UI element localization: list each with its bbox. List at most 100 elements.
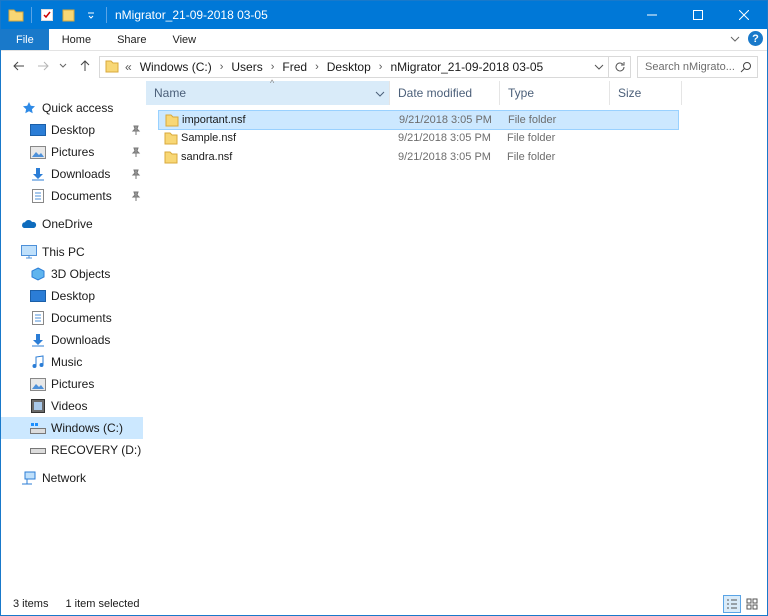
search-icon[interactable] xyxy=(740,61,752,76)
nav-label: Desktop xyxy=(51,123,96,137)
pin-icon[interactable] xyxy=(131,190,141,204)
nav-pc-desktop[interactable]: Desktop xyxy=(1,285,143,307)
close-button[interactable] xyxy=(721,1,767,29)
expand-ribbon-icon[interactable] xyxy=(730,32,740,46)
this-pc-icon xyxy=(21,244,37,260)
star-icon xyxy=(21,100,37,116)
chevron-down-icon[interactable] xyxy=(594,61,604,75)
toolbar-divider xyxy=(106,7,107,23)
nav-quick-pictures[interactable]: Pictures xyxy=(1,141,143,163)
nav-quick-desktop[interactable]: Desktop xyxy=(1,119,143,141)
up-button[interactable] xyxy=(75,56,95,76)
breadcrumb-overflow[interactable]: « xyxy=(125,60,132,74)
desktop-icon xyxy=(30,288,46,304)
column-header-type[interactable]: Type xyxy=(500,81,610,105)
column-header-size[interactable]: Size xyxy=(610,81,682,105)
nav-label: Network xyxy=(42,471,87,485)
breadcrumb-item[interactable]: Desktop xyxy=(327,60,371,74)
column-header-name[interactable]: ^ Name xyxy=(146,78,390,105)
pin-icon[interactable] xyxy=(131,168,141,182)
nav-pc-downloads[interactable]: Downloads xyxy=(1,329,143,351)
column-label: Size xyxy=(618,86,642,100)
nav-label: Music xyxy=(51,355,83,369)
nav-label: Videos xyxy=(51,399,88,413)
breadcrumb-item[interactable]: Fred xyxy=(282,60,307,74)
address-bar[interactable]: « Windows (C:) › Users › Fred › Desktop … xyxy=(99,56,609,78)
tab-home[interactable]: Home xyxy=(49,29,104,50)
nav-drive-d[interactable]: RECOVERY (D:) xyxy=(1,439,143,461)
tab-view[interactable]: View xyxy=(159,29,209,50)
navigation-pane: Quick access Desktop Pictures Downloads xyxy=(1,81,145,591)
nav-label: Documents xyxy=(51,311,112,325)
nav-3d-objects[interactable]: 3D Objects xyxy=(1,263,143,285)
drive-icon xyxy=(30,442,46,458)
selection-count: 1 item selected xyxy=(65,598,140,610)
pictures-icon xyxy=(30,144,46,160)
breadcrumb-item[interactable]: nMigrator_21-09-2018 03-05 xyxy=(390,60,543,74)
nav-network[interactable]: Network xyxy=(1,467,143,489)
forward-button[interactable] xyxy=(33,56,53,76)
breadcrumb-item[interactable]: Users xyxy=(231,60,262,74)
column-header-date[interactable]: Date modified xyxy=(390,81,500,105)
nav-label: 3D Objects xyxy=(51,267,111,281)
recent-locations-button[interactable] xyxy=(57,56,69,76)
nav-this-pc[interactable]: This PC xyxy=(1,241,143,263)
breadcrumb-item[interactable]: Windows (C:) xyxy=(140,60,212,74)
nav-label: Pictures xyxy=(51,377,95,391)
nav-onedrive[interactable]: OneDrive xyxy=(1,213,143,235)
tab-share[interactable]: Share xyxy=(104,29,159,50)
nav-label: Downloads xyxy=(51,333,111,347)
nav-label: RECOVERY (D:) xyxy=(51,443,142,457)
nav-quick-downloads[interactable]: Downloads xyxy=(1,163,143,185)
window-controls xyxy=(629,1,767,29)
details-view-icon[interactable] xyxy=(723,595,741,613)
tab-file[interactable]: File xyxy=(1,29,49,50)
nav-pc-videos[interactable]: Videos xyxy=(1,395,143,417)
documents-icon xyxy=(30,188,46,204)
help-icon[interactable]: ? xyxy=(748,31,763,46)
nav-pc-documents[interactable]: Documents xyxy=(1,307,143,329)
file-name: sandra.nsf xyxy=(181,151,233,163)
chevron-right-icon[interactable]: › xyxy=(271,61,275,73)
nav-label: This PC xyxy=(42,245,85,259)
address-row: « Windows (C:) › Users › Fred › Desktop … xyxy=(1,51,767,81)
chevron-right-icon[interactable]: › xyxy=(220,61,224,73)
nav-label: Downloads xyxy=(51,167,111,181)
downloads-icon xyxy=(30,332,46,348)
file-type: File folder xyxy=(507,151,556,163)
nav-drive-c[interactable]: Windows (C:) xyxy=(1,417,143,439)
file-type: File folder xyxy=(507,132,556,144)
customize-qat-icon[interactable] xyxy=(82,6,100,24)
maximize-button[interactable] xyxy=(675,1,721,29)
nav-pc-music[interactable]: Music xyxy=(1,351,143,373)
pin-icon[interactable] xyxy=(131,124,141,138)
large-icons-view-icon[interactable] xyxy=(743,595,761,613)
properties-icon[interactable] xyxy=(38,6,56,24)
folder-icon xyxy=(105,59,119,76)
file-row[interactable]: important.nsf 9/21/2018 3:05 PM File fol… xyxy=(158,110,679,130)
nav-pc-pictures[interactable]: Pictures xyxy=(1,373,143,395)
title-bar[interactable]: nMigrator_21-09-2018 03-05 xyxy=(1,1,767,29)
folder-icon xyxy=(164,131,178,148)
nav-label: Desktop xyxy=(51,289,96,303)
nav-quick-access[interactable]: Quick access xyxy=(1,97,143,119)
file-row[interactable]: Sample.nsf 9/21/2018 3:05 PM File folder xyxy=(158,129,679,149)
pin-icon[interactable] xyxy=(131,146,141,160)
folder-icon xyxy=(164,150,178,167)
onedrive-icon xyxy=(21,216,37,232)
back-button[interactable] xyxy=(9,56,29,76)
search-input[interactable]: Search nMigrato... xyxy=(637,56,758,78)
chevron-down-icon[interactable] xyxy=(375,88,385,102)
refresh-icon[interactable] xyxy=(609,56,631,78)
chevron-right-icon[interactable]: › xyxy=(379,61,383,73)
folder-icon xyxy=(165,113,179,130)
new-folder-icon[interactable] xyxy=(60,6,78,24)
chevron-right-icon[interactable]: › xyxy=(315,61,319,73)
file-row[interactable]: sandra.nsf 9/21/2018 3:05 PM File folder xyxy=(158,148,679,168)
minimize-button[interactable] xyxy=(629,1,675,29)
file-type: File folder xyxy=(508,114,557,126)
nav-quick-documents[interactable]: Documents xyxy=(1,185,143,207)
file-list: ^ Name Date modified Type Size important… xyxy=(146,78,767,591)
window-title: nMigrator_21-09-2018 03-05 xyxy=(115,8,268,22)
nav-label: Pictures xyxy=(51,145,95,159)
